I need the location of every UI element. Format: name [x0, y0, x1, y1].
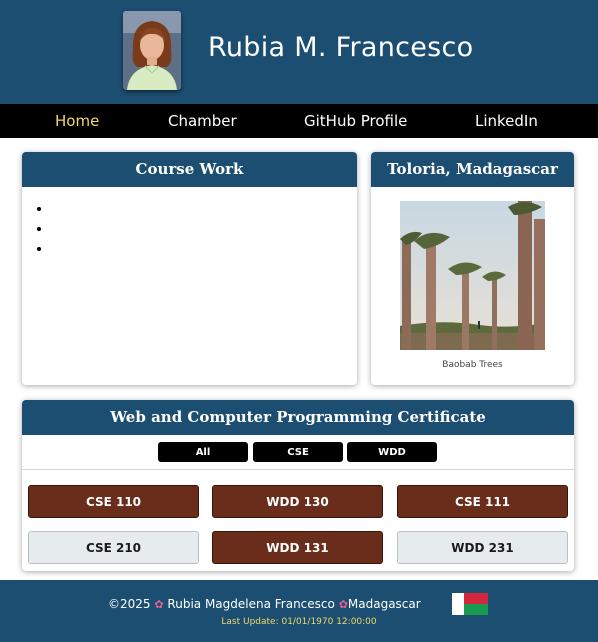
filter-all-button[interactable]: All — [158, 442, 248, 462]
flower-icon: ✿ — [338, 598, 348, 611]
flower-icon: ✿ — [154, 598, 164, 611]
course-work-card: Course Work — [22, 152, 357, 385]
course-wdd-130[interactable]: WDD 130 — [212, 485, 383, 518]
course-cse-110[interactable]: CSE 110 — [28, 485, 199, 518]
certificate-card: Web and Computer Programming Certificate… — [22, 400, 574, 571]
copyright-year: ©2025 — [108, 597, 151, 611]
nav-home-link[interactable]: Home — [55, 112, 99, 130]
nav-github-link[interactable]: GitHub Profile — [304, 112, 407, 130]
location-card: Toloria, Madagascar Baobab Trees — [371, 152, 574, 385]
country-name: Madagascar — [347, 597, 421, 611]
last-update: Last Update: 01/01/1970 12:00:00 — [221, 617, 377, 627]
image-caption: Baobab Trees — [442, 360, 503, 370]
course-work-title: Course Work — [22, 152, 357, 187]
course-cse-111[interactable]: CSE 111 — [397, 485, 568, 518]
author-name: Rubia Magdelena Francesco — [167, 597, 335, 611]
location-title: Toloria, Madagascar — [371, 152, 574, 187]
course-wdd-231[interactable]: WDD 231 — [397, 531, 568, 564]
site-header: Rubia M. Francesco — [0, 0, 598, 104]
site-footer: ©2025 ✿ Rubia Magdelena Francesco ✿Madag… — [0, 580, 598, 642]
nav-linkedin-link[interactable]: LinkedIn — [475, 112, 538, 130]
profile-photo — [123, 11, 181, 90]
copyright-line: ©2025 ✿ Rubia Magdelena Francesco ✿Madag… — [108, 597, 421, 611]
filter-wdd-button[interactable]: WDD — [347, 442, 437, 462]
site-owner-name: Rubia M. Francesco — [208, 32, 474, 63]
certificate-title: Web and Computer Programming Certificate — [22, 400, 574, 435]
course-work-list — [52, 201, 357, 261]
divider — [22, 469, 574, 470]
madagascar-flag-icon — [452, 593, 488, 615]
baobab-trees-image — [400, 201, 545, 350]
list-item — [52, 201, 357, 221]
filter-cse-button[interactable]: CSE — [253, 442, 343, 462]
course-cse-210[interactable]: CSE 210 — [28, 531, 199, 564]
course-wdd-131[interactable]: WDD 131 — [212, 531, 383, 564]
nav-chamber-link[interactable]: Chamber — [168, 112, 237, 130]
list-item — [52, 241, 357, 261]
course-filter-bar: All CSE WDD — [22, 442, 574, 462]
list-item — [52, 221, 357, 241]
main-nav: Home Chamber GitHub Profile LinkedIn — [0, 104, 598, 138]
